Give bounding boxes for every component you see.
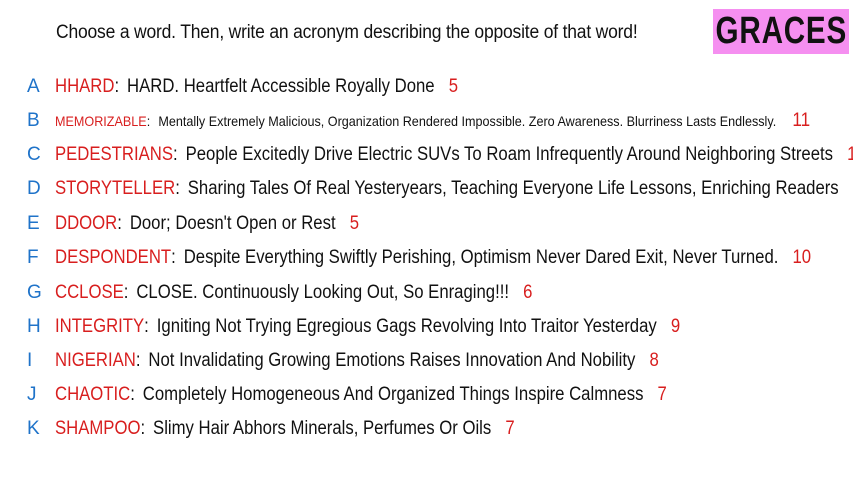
entry-letter: B (27, 110, 40, 131)
entry-word: HHARD (55, 76, 115, 97)
entry-letter-count: 6 (523, 282, 533, 303)
entry-acronym: CLOSE. Continuously Looking Out, So Enra… (136, 282, 510, 303)
entry-colon: : (146, 113, 151, 129)
entry-colon: : (140, 418, 146, 439)
entry-letter-count: 5 (448, 76, 458, 97)
entry-acronym: Mentally Extremely Malicious, Organizati… (158, 113, 777, 129)
entry-letter: E (27, 213, 40, 234)
entry-content: CHAOTIC: Completely Homogeneous And Organ… (55, 384, 667, 406)
entry-letter: H (27, 316, 41, 337)
entry-word: STORYTELLER (55, 178, 176, 199)
entry-content: STORYTELLER: Sharing Tales Of Real Yester… (55, 178, 853, 200)
entry-word: CHAOTIC (55, 384, 131, 405)
entry-colon: : (144, 316, 149, 337)
entry-colon: : (173, 144, 178, 165)
entry-letter: J (27, 384, 37, 405)
entry-acronym: Completely Homogeneous And Organized Thi… (142, 384, 644, 405)
entry-acronym: Igniting Not Trying Egregious Gags Revol… (156, 316, 657, 337)
entry-word: NIGERIAN (55, 350, 136, 371)
entry-word: DESPONDENT (55, 247, 172, 268)
entry-letter-count: 5 (349, 213, 359, 234)
entry-content: DESPONDENT: Despite Everything Swiftly Pe… (55, 247, 811, 269)
entry-content: MEMORIZABLE: Mentally Extremely Malicious… (55, 110, 810, 132)
entry-colon: : (171, 247, 176, 268)
entry-word: PEDESTRIANS (55, 144, 174, 165)
entry-acronym: Sharing Tales Of Real Yesteryears, Teach… (187, 178, 839, 199)
entry-content: DDOOR: Door; Doesn't Open or Rest 5 (55, 213, 359, 235)
entry-colon: : (123, 282, 129, 303)
entry-letter-count: 8 (649, 350, 659, 371)
entry-word: MEMORIZABLE (55, 113, 147, 129)
player-name-badge: GRACES (713, 9, 849, 54)
player-name-label: GRACES (715, 10, 847, 52)
entry-letter-count: 7 (505, 418, 515, 439)
entry-acronym: People Excitedly Drive Electric SUVs To … (185, 144, 834, 165)
entry-letter: I (27, 350, 33, 371)
entry-content: SHAMPOO: Slimy Hair Abhors Minerals, Perf… (55, 418, 515, 440)
entry-letter-count: 7 (657, 384, 667, 405)
entry-acronym: Slimy Hair Abhors Minerals, Perfumes Or … (153, 418, 492, 439)
entry-acronym: Not Invalidating Growing Emotions Raises… (148, 350, 636, 371)
entry-letter: F (27, 247, 39, 268)
entry-letter: K (27, 418, 40, 439)
entry-word: INTEGRITY (55, 316, 145, 337)
entry-colon: : (135, 350, 141, 371)
entry-word: CCLOSE (55, 282, 124, 303)
entry-letter: A (27, 76, 40, 97)
entry-content: NIGERIAN: Not Invalidating Growing Emotio… (55, 350, 659, 372)
entry-letter-count: 11 (847, 144, 853, 166)
entry-acronym: Door; Doesn't Open or Rest (129, 213, 336, 234)
entry-letter: C (27, 144, 41, 165)
entry-word: SHAMPOO (55, 418, 141, 439)
instructions-text: Choose a word. Then, write an acronym de… (56, 22, 638, 43)
entry-letter: G (27, 282, 42, 303)
entry-word: DDOOR (55, 213, 118, 234)
entry-colon: : (117, 213, 122, 234)
entry-acronym: Despite Everything Swiftly Perishing, Op… (183, 247, 779, 268)
entry-letter-count: 9 (670, 316, 681, 337)
entry-colon: : (130, 384, 135, 405)
entry-colon: : (114, 76, 120, 97)
entry-content: CCLOSE: CLOSE. Continuously Looking Out, … (55, 282, 532, 304)
entry-letter-count: 11 (792, 110, 811, 131)
entry-letter-count: 10 (792, 247, 812, 268)
entry-colon: : (175, 178, 180, 199)
entry-letter: D (27, 178, 41, 199)
entry-content: HHARD: HARD. Heartfelt Accessible Royally… (55, 76, 458, 98)
entry-acronym: HARD. Heartfelt Accessible Royally Done (127, 76, 435, 97)
entry-content: INTEGRITY: Igniting Not Trying Egregious … (55, 316, 680, 338)
entry-content: PEDESTRIANS: People Excitedly Drive Elect… (55, 144, 853, 166)
